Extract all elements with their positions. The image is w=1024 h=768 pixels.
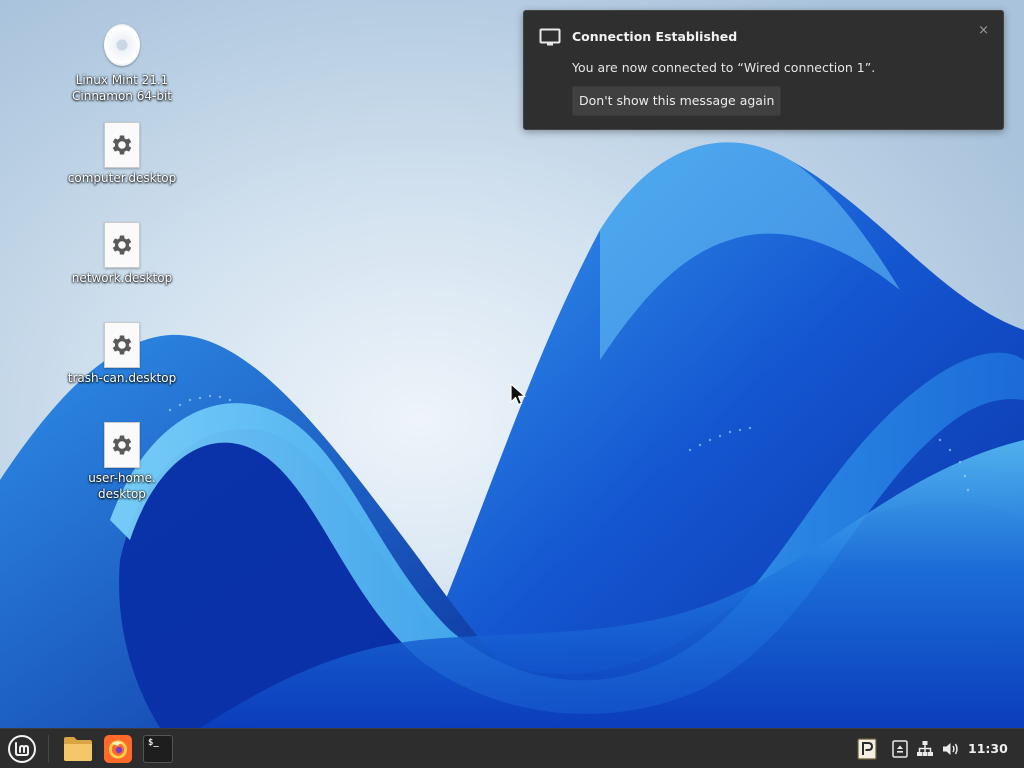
network-tray[interactable] <box>914 733 936 765</box>
firefox-launcher[interactable] <box>102 733 134 765</box>
close-icon[interactable]: × <box>978 23 989 38</box>
files-launcher[interactable] <box>60 733 96 765</box>
dont-show-again-button[interactable]: Don't show this message again <box>572 86 782 116</box>
firefox-icon <box>104 735 132 763</box>
terminal-launcher[interactable]: $_ <box>142 733 174 765</box>
desktop-icon-label: computer.desktop <box>67 171 177 185</box>
notification-title: Connection Established <box>572 29 738 44</box>
folder-icon <box>64 737 92 761</box>
pidgin-icon <box>857 738 877 760</box>
gear-icon <box>104 122 140 168</box>
volume-tray[interactable] <box>940 733 962 765</box>
network-icon <box>917 741 933 756</box>
mint-logo-icon <box>8 735 36 763</box>
taskbar-separator <box>48 735 49 763</box>
gear-icon <box>104 422 140 468</box>
notification-popup[interactable]: Connection Established You are now conne… <box>523 10 1004 130</box>
terminal-icon: $_ <box>143 735 173 763</box>
menu-button[interactable] <box>6 733 38 765</box>
desktop-icon-label: network.desktop <box>71 271 173 285</box>
pidgin-tray[interactable] <box>856 733 878 765</box>
gear-icon <box>104 222 140 268</box>
desktop-icon-user-home[interactable]: user-home. desktop <box>62 422 182 502</box>
desktop-icon-computer[interactable]: computer.desktop <box>62 122 182 186</box>
clock[interactable]: 11:30 <box>968 729 1008 768</box>
terminal-prompt-glyph: $_ <box>148 738 159 748</box>
desktop-icon-linux-mint-dvd[interactable]: Linux Mint 21.1 Cinnamon 64-bit <box>62 22 182 104</box>
disc-icon <box>104 24 140 66</box>
desktop-icon-trash-can[interactable]: trash-can.desktop <box>62 322 182 386</box>
mouse-cursor-icon <box>510 383 526 406</box>
desktop-icon-label: trash-can.desktop <box>67 371 177 385</box>
desktop-icon-label: user-home. desktop <box>88 471 156 501</box>
gear-icon <box>104 322 140 368</box>
update-manager-tray[interactable] <box>890 733 910 765</box>
update-manager-icon <box>892 740 908 758</box>
desktop-icon-label: Linux Mint 21.1 Cinnamon 64-bit <box>72 73 172 103</box>
desktop-icon-network[interactable]: network.desktop <box>62 222 182 286</box>
notification-body: You are now connected to “Wired connecti… <box>572 60 876 75</box>
taskbar: $_ 11:30 <box>0 728 1024 768</box>
volume-icon <box>943 743 958 755</box>
monitor-icon <box>539 28 561 52</box>
